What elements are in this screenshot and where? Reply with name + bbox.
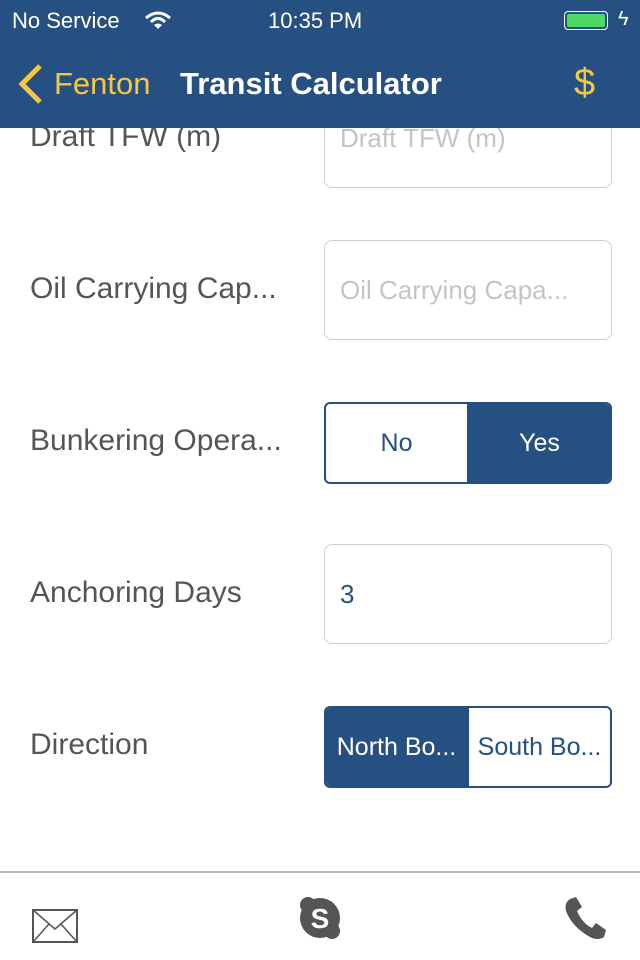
oil-capacity-placeholder: Oil Carrying Capa... — [340, 274, 569, 305]
bunkering-no[interactable]: No — [326, 404, 467, 482]
direction-segmented-control: North Bo... South Bo... — [324, 706, 612, 788]
clock: 10:35 PM — [268, 8, 363, 33]
direction-south[interactable]: South Bo... — [467, 708, 610, 786]
anchoring-days-label: Anchoring Days — [30, 576, 242, 609]
mail-icon[interactable] — [32, 909, 78, 943]
direction-label: Direction — [30, 728, 149, 761]
carrier: No Service — [12, 8, 120, 33]
anchoring-days-value: 3 — [340, 578, 355, 609]
tab-bar: S — [0, 871, 640, 960]
anchoring-days-input[interactable]: 3 — [324, 544, 612, 644]
svg-text:S: S — [311, 903, 330, 934]
oil-capacity-input[interactable]: Oil Carrying Capa... — [324, 240, 612, 340]
page-title: Transit Calculator — [180, 66, 442, 101]
bunkering-label: Bunkering Opera... — [30, 424, 282, 457]
charging-icon: ϟ — [618, 8, 629, 30]
direction-north[interactable]: North Bo... — [326, 708, 467, 786]
bunkering-yes[interactable]: Yes — [467, 404, 610, 482]
wifi-icon — [145, 11, 171, 29]
phone-icon[interactable] — [562, 895, 608, 941]
chevron-left-icon — [18, 64, 42, 104]
header: No Service 10:35 PM ϟ Fenton Transit Cal… — [0, 0, 640, 128]
dollar-icon[interactable]: $ — [574, 62, 595, 105]
back-button[interactable]: Fenton — [0, 54, 151, 114]
back-label: Fenton — [54, 66, 151, 101]
oil-capacity-label: Oil Carrying Cap... — [30, 272, 277, 305]
skype-icon[interactable]: S — [298, 895, 342, 941]
battery-icon — [564, 11, 608, 30]
bunkering-segmented-control: No Yes — [324, 402, 612, 484]
